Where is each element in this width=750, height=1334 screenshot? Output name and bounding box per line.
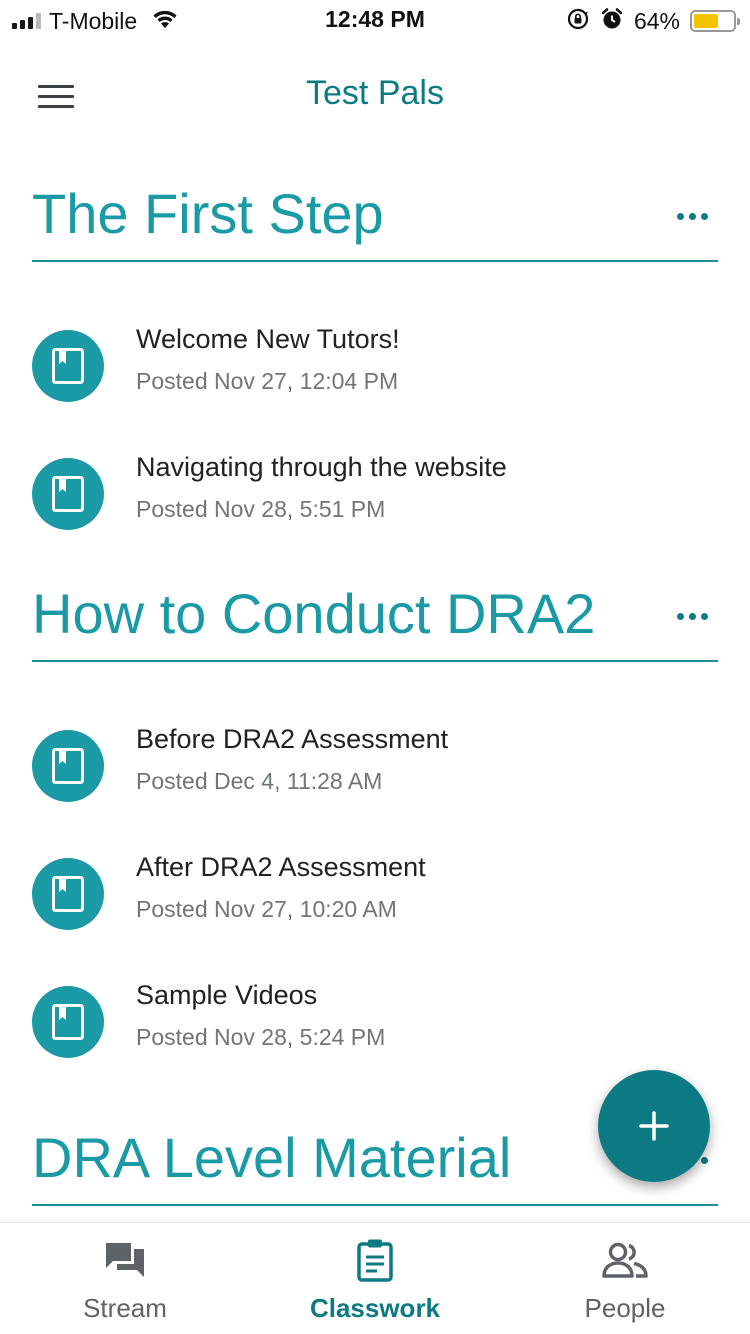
more-options-icon[interactable] xyxy=(672,604,712,628)
material-icon xyxy=(32,330,104,402)
material-icon xyxy=(32,986,104,1058)
nav-classwork-label: Classwork xyxy=(309,1293,441,1323)
material-icon xyxy=(32,858,104,930)
stream-icon xyxy=(103,1239,147,1281)
create-fab-button[interactable] xyxy=(598,1070,710,1182)
status-right: 64% xyxy=(566,6,740,36)
nav-stream-label: Stream xyxy=(83,1293,167,1323)
status-bar: T-Mobile 12:48 PM 64% xyxy=(0,0,750,42)
nav-stream[interactable]: Stream xyxy=(0,1223,250,1334)
item-title: Sample Videos xyxy=(136,980,318,1010)
orientation-lock-icon xyxy=(566,7,590,36)
nav-people-label: People xyxy=(584,1293,666,1323)
topic-title: The First Step xyxy=(32,182,384,245)
item-posted-date: Posted Nov 27, 10:20 AM xyxy=(136,896,397,922)
topic-title: How to Conduct DRA2 xyxy=(32,582,596,645)
alarm-icon xyxy=(600,7,624,36)
item-posted-date: Posted Dec 4, 11:28 AM xyxy=(136,768,383,794)
item-posted-date: Posted Nov 28, 5:51 PM xyxy=(136,496,386,522)
plus-icon xyxy=(639,1111,669,1141)
classwork-icon xyxy=(356,1239,394,1282)
people-icon xyxy=(601,1239,649,1281)
topic-header: The First Step xyxy=(32,176,718,262)
classwork-item[interactable]: After DRA2 Assessment Posted Nov 27, 10:… xyxy=(32,852,718,952)
bottom-navigation: Stream Classwork People xyxy=(0,1222,750,1334)
topic-how-to-conduct-dra2: How to Conduct DRA2 Before DRA2 Assessme… xyxy=(32,576,718,1058)
topic-title: DRA Level Material xyxy=(32,1126,512,1189)
app-bar: Test Pals xyxy=(0,42,750,152)
nav-classwork[interactable]: Classwork xyxy=(250,1223,500,1334)
battery-icon xyxy=(690,10,740,32)
material-icon xyxy=(32,730,104,802)
classwork-item[interactable]: Before DRA2 Assessment Posted Dec 4, 11:… xyxy=(32,724,718,824)
classwork-item[interactable]: Welcome New Tutors! Posted Nov 27, 12:04… xyxy=(32,324,718,424)
material-icon xyxy=(32,458,104,530)
class-title: Test Pals xyxy=(306,74,444,112)
nav-people[interactable]: People xyxy=(500,1223,750,1334)
battery-percent: 64% xyxy=(633,7,680,34)
classwork-item[interactable]: Sample Videos Posted Nov 28, 5:24 PM xyxy=(32,980,718,1080)
item-title: Welcome New Tutors! xyxy=(136,324,400,354)
item-title: Navigating through the website xyxy=(136,452,507,482)
item-posted-date: Posted Nov 28, 5:24 PM xyxy=(136,1024,386,1050)
more-options-icon[interactable] xyxy=(672,204,712,228)
topic-the-first-step: The First Step Welcome New Tutors! Poste… xyxy=(32,176,718,530)
item-posted-date: Posted Nov 27, 12:04 PM xyxy=(136,368,399,394)
topic-header: How to Conduct DRA2 xyxy=(32,576,718,662)
item-title: Before DRA2 Assessment xyxy=(136,724,449,754)
classwork-item[interactable]: Navigating through the website Posted No… xyxy=(32,452,718,552)
item-title: After DRA2 Assessment xyxy=(136,852,426,882)
